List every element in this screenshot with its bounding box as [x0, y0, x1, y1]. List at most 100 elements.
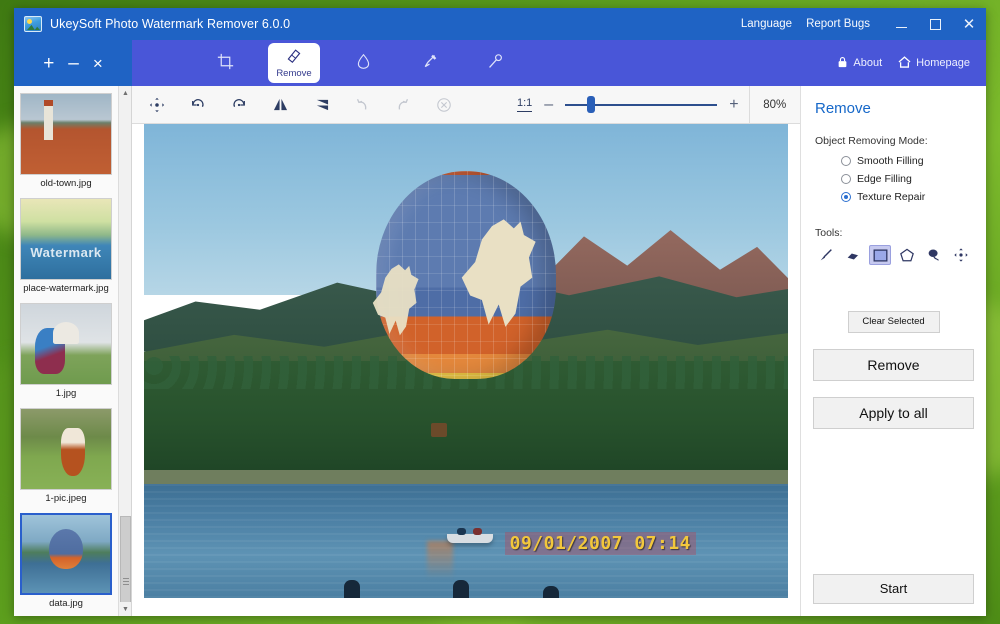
remove-button[interactable]: Remove [813, 349, 974, 381]
close-button[interactable]: ✕ [952, 8, 986, 40]
thumbnail-art [21, 94, 111, 174]
application-window: UkeySoft Photo Watermark Remover 6.0.0 L… [14, 8, 986, 616]
panel-title: Remove [813, 100, 974, 117]
zoom-slider[interactable] [565, 98, 717, 112]
balloon-unicorn-graphic [455, 217, 539, 329]
rotate-right-button[interactable] [228, 94, 250, 116]
zoom-out-button[interactable]: – [544, 97, 553, 113]
thumbnail-balloon [49, 529, 83, 569]
scroll-up-icon[interactable]: ▲ [119, 86, 132, 100]
tool-lasso[interactable] [923, 245, 945, 265]
reset-icon [436, 97, 452, 113]
thumbnail-image [20, 513, 112, 595]
photo-foreground-figures [144, 572, 788, 598]
minimize-button[interactable] [884, 8, 918, 40]
redo-button[interactable] [392, 94, 414, 116]
flip-vertical-button[interactable] [310, 94, 332, 116]
thumbnail-list[interactable]: old-town.jpg Watermark place-watermark.j… [14, 86, 118, 616]
clear-photos-button[interactable]: × [93, 55, 103, 72]
paint-brush-icon [421, 53, 438, 74]
radio-icon[interactable] [841, 174, 851, 184]
tab-remove[interactable]: Remove [268, 43, 320, 83]
minimize-icon [896, 27, 907, 28]
thumbnail-image [20, 303, 112, 385]
thumbnail-filename: 1.jpg [20, 385, 112, 403]
tool-button-row [813, 245, 974, 265]
tab-crop[interactable] [202, 45, 248, 81]
language-menu[interactable]: Language [741, 18, 792, 30]
photo-balloon-basket [431, 423, 447, 437]
radio-icon[interactable] [841, 156, 851, 166]
list-item[interactable]: 1.jpg [14, 300, 118, 405]
tool-move[interactable] [950, 245, 972, 265]
canvas-area[interactable]: 09/01/2007 07:14 [132, 124, 800, 616]
app-photo-icon [24, 16, 42, 32]
sidebar-scrollbar[interactable]: ▲ ▼ [118, 86, 131, 616]
list-item[interactable]: 1-pic.jpeg [14, 405, 118, 510]
add-photo-button[interactable]: + [43, 54, 54, 73]
thumbnail-filename: old-town.jpg [20, 175, 112, 193]
eraser-icon [286, 47, 302, 67]
about-link[interactable]: About [837, 56, 882, 71]
library-controls: + – × [14, 40, 132, 86]
photo-canvas[interactable]: 09/01/2007 07:14 [144, 124, 788, 598]
thumbnail-art [22, 515, 110, 593]
maximize-button[interactable] [918, 8, 952, 40]
thumbnail-filename: 1-pic.jpeg [20, 490, 112, 508]
reset-button[interactable] [433, 94, 455, 116]
tab-magic-wand[interactable] [472, 45, 518, 81]
tab-retouch[interactable] [340, 45, 386, 81]
mode-option-texture-repair[interactable]: Texture Repair [841, 191, 974, 203]
undo-button[interactable] [351, 94, 373, 116]
mode-option-label: Smooth Filling [857, 155, 924, 167]
homepage-link[interactable]: Homepage [898, 56, 970, 71]
tool-eraser[interactable] [842, 245, 864, 265]
mode-option-edge-filling[interactable]: Edge Filling [841, 173, 974, 185]
zoom-slider-handle[interactable] [587, 96, 595, 113]
flip-horizontal-button[interactable] [269, 94, 291, 116]
scrollbar-grip-icon [123, 578, 129, 585]
list-item-selected[interactable]: data.jpg [14, 510, 118, 615]
remove-photo-button[interactable]: – [68, 54, 79, 73]
flip-horizontal-icon [272, 97, 289, 112]
mode-option-smooth-filling[interactable]: Smooth Filling [841, 155, 974, 167]
rotate-left-icon [190, 97, 206, 113]
tool-brush[interactable] [815, 245, 837, 265]
scrollbar-thumb[interactable] [120, 516, 131, 616]
apply-to-all-button[interactable]: Apply to all [813, 397, 974, 429]
ribbon-tab-list: Remove [202, 43, 518, 83]
tab-brush[interactable] [406, 45, 452, 81]
thumbnail-figure [35, 328, 65, 374]
thumbnail-image: Watermark [20, 198, 112, 280]
about-label: About [853, 57, 882, 69]
tool-polygon[interactable] [896, 245, 918, 265]
app-title: UkeySoft Photo Watermark Remover 6.0.0 [50, 17, 290, 31]
radio-icon-checked[interactable] [841, 192, 851, 202]
scroll-down-icon[interactable]: ▼ [119, 602, 132, 616]
clear-selected-button[interactable]: Clear Selected [848, 311, 940, 333]
move-button[interactable] [146, 94, 168, 116]
rotate-left-button[interactable] [187, 94, 209, 116]
rotate-right-icon [231, 97, 247, 113]
zoom-in-button[interactable]: + [729, 97, 738, 113]
watermark-timestamp[interactable]: 09/01/2007 07:14 [505, 532, 696, 555]
thumbnail-art [21, 409, 111, 489]
editor-area: 1:1 – + 80% [132, 86, 800, 616]
tab-remove-label: Remove [276, 68, 311, 79]
actual-size-button[interactable]: 1:1 [517, 97, 532, 111]
list-item[interactable]: Watermark place-watermark.jpg [14, 195, 118, 300]
close-icon: ✕ [963, 17, 976, 32]
photo-figure [344, 580, 360, 598]
start-button[interactable]: Start [813, 574, 974, 604]
crop-icon [217, 53, 234, 74]
editor-toolbar: 1:1 – + 80% [132, 86, 800, 124]
tool-rectangle[interactable] [869, 245, 891, 265]
panel-spacer [813, 265, 974, 311]
lasso-select-icon [926, 247, 942, 263]
thumbnail-filename: place-watermark.jpg [20, 280, 112, 298]
list-item[interactable]: old-town.jpg [14, 90, 118, 195]
mode-option-label: Edge Filling [857, 173, 912, 185]
rectangle-select-icon [873, 249, 888, 262]
mode-label: Object Removing Mode: [813, 135, 974, 147]
report-bugs-menu[interactable]: Report Bugs [806, 18, 870, 30]
